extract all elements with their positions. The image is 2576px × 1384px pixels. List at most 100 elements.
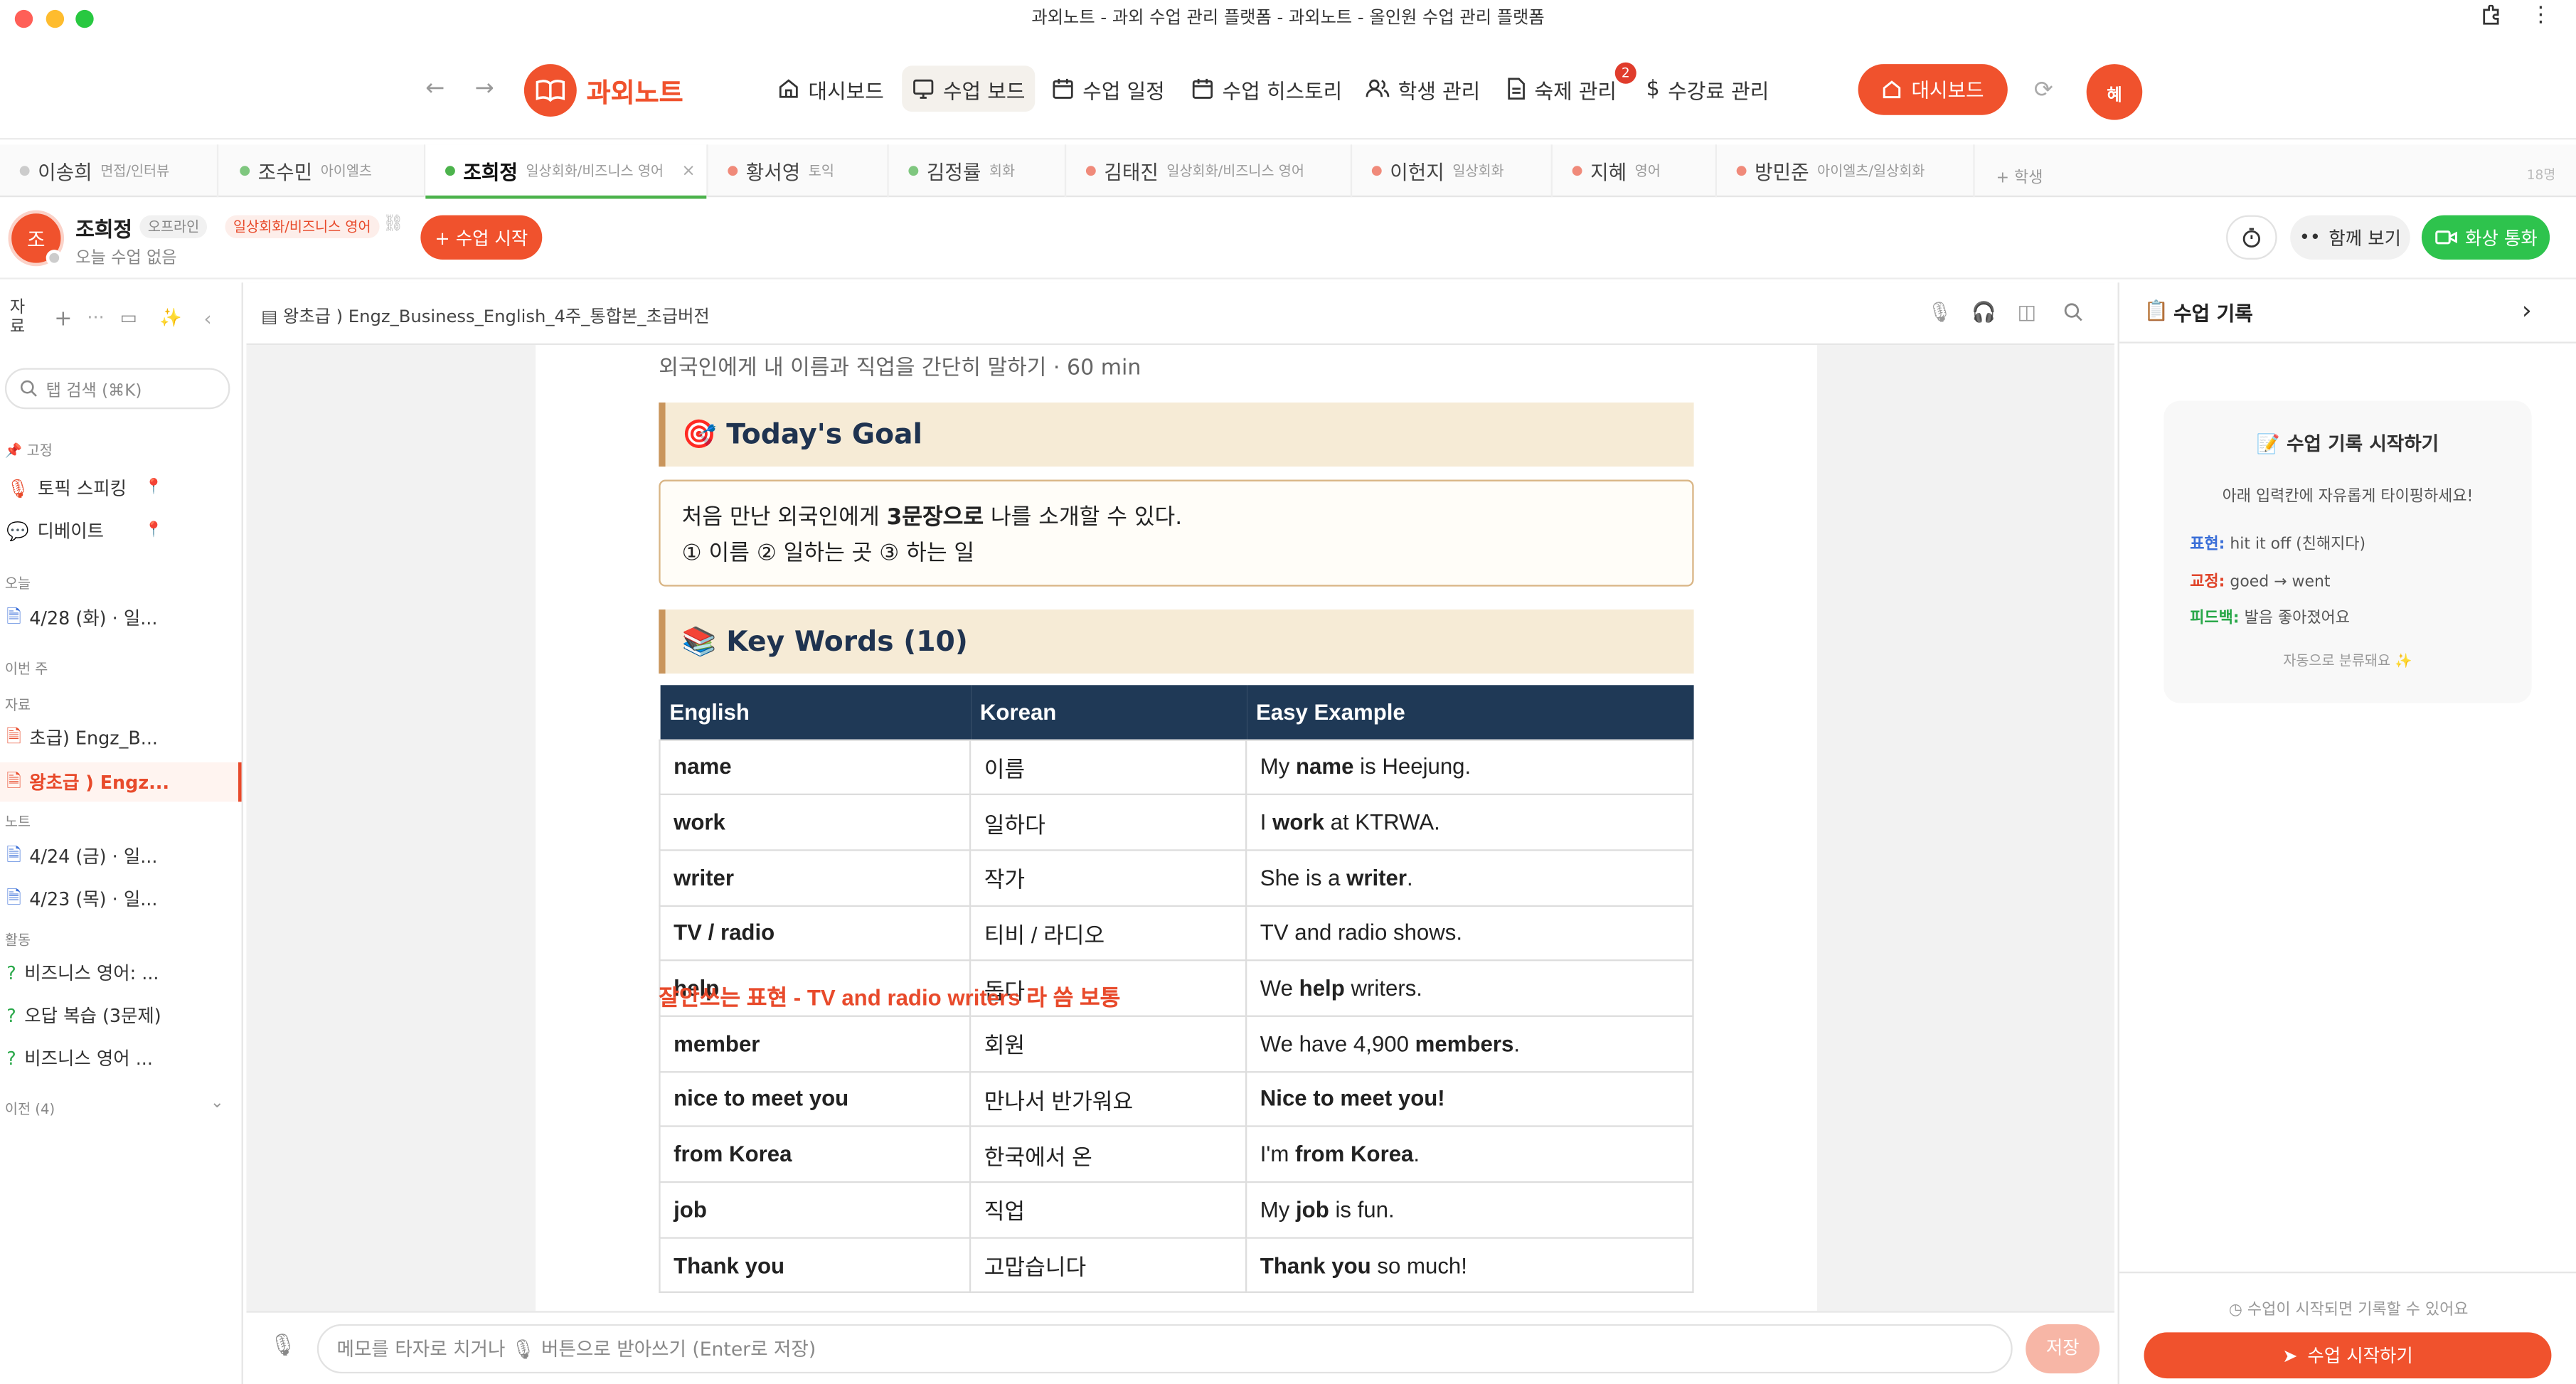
mic-icon[interactable]: 🎙	[1927, 301, 1952, 324]
add-student-button[interactable]: + 학생	[1996, 164, 2043, 187]
student-tab[interactable]: 김태진 일상회화/비즈니스 영어	[1066, 144, 1353, 198]
user-avatar[interactable]: 혜	[2086, 64, 2143, 120]
chat-icon: 💬	[6, 520, 29, 542]
memo-input[interactable]: 메모를 타자로 치거나 🎙 버튼으로 받아쓰기 (Enter로 저장)	[316, 1324, 2013, 1374]
cell-english: member	[659, 1015, 972, 1072]
sidebar-item-activity[interactable]: ? 오답 복습 (3문제)	[6, 999, 161, 1031]
student-tab[interactable]: 김정률 회화	[889, 144, 1067, 198]
app-header: ← → 과외노트 대시보드 수업 보드 수업 일정 수업 히스토리 학생 관리	[0, 36, 2576, 140]
more-icon[interactable]: ···	[87, 307, 104, 329]
section-pinned: 📌 고정	[4, 443, 53, 460]
nav-label: 수강료 관리	[1668, 78, 1769, 103]
quiz-icon: ?	[6, 962, 16, 984]
student-tab-active[interactable]: 조희정 일상회화/비즈니스 영어 ×	[425, 144, 708, 199]
nav-history[interactable]: 수업 히스토리	[1181, 65, 1352, 112]
split-view-icon[interactable]: ◫	[2018, 301, 2036, 324]
nav-label: 학생 관리	[1398, 78, 1481, 103]
close-tab-icon[interactable]: ×	[681, 162, 695, 180]
student-tab[interactable]: 이송희 면접/인터뷰	[0, 144, 219, 198]
dashboard-button[interactable]: 대시보드	[1858, 64, 2008, 115]
zoom-window-button[interactable]	[75, 9, 94, 28]
save-memo-button[interactable]: 저장	[2026, 1324, 2100, 1374]
cell-english: nice to meet you	[659, 1070, 972, 1128]
sidebar-item-material[interactable]: 🗎 초급) Engz_B...	[6, 721, 158, 754]
goal-heading: 🎯 Today's Goal	[659, 402, 1694, 467]
sidebar-item-note[interactable]: 🗎 4/24 (금) · 일...	[6, 839, 157, 872]
watch-together-button[interactable]: •• 함께 보기	[2290, 215, 2410, 260]
student-tab[interactable]: 조수민 아이엘츠	[220, 144, 426, 198]
cell-korean: 직업	[969, 1181, 1247, 1239]
cell-english: Thank you	[659, 1236, 972, 1294]
tab-search[interactable]: 탭 검색 (⌘K)	[4, 368, 230, 410]
home-icon	[1883, 80, 1902, 99]
student-tab[interactable]: 방민준 아이엘츠/일상회화	[1717, 144, 1975, 198]
monitor-icon	[913, 79, 934, 99]
video-call-button[interactable]: 화상 통화	[2421, 215, 2550, 260]
cell-korean: 만나서 반가워요	[969, 1070, 1247, 1128]
nav-schedule[interactable]: 수업 일정	[1042, 65, 1175, 112]
link-icon[interactable]: ⛓	[383, 215, 403, 233]
note-icon: 🗎	[6, 886, 21, 908]
eyes-icon: ••	[2299, 226, 2321, 248]
auto-classify-note: 자동으로 분류돼요 ✨	[2283, 654, 2412, 671]
pin-icon: 📌	[4, 443, 23, 460]
cell-example: We help writers.	[1245, 959, 1694, 1017]
start-lesson-button[interactable]: + 수업 시작	[420, 215, 543, 260]
add-icon[interactable]: +	[54, 307, 72, 332]
logo[interactable]: 과외노트	[523, 64, 683, 117]
chevron-down-icon[interactable]: ⌄	[211, 1094, 224, 1112]
mic-icon[interactable]: 🎙	[270, 1334, 297, 1359]
student-name: 조희정	[75, 216, 132, 242]
student-tab[interactable]: 황서영 토익	[708, 144, 889, 198]
send-icon: ➤	[2282, 1344, 2298, 1366]
cell-english: writer	[659, 848, 972, 907]
student-tab[interactable]: 이헌지 일상회화	[1352, 144, 1553, 198]
cell-example: I work at KTRWA.	[1245, 794, 1694, 851]
folder-icon[interactable]: ▭	[120, 307, 137, 329]
window-titlebar: 과외노트 - 과외 수업 관리 플랫폼 - 과외노트 - 올인원 수업 관리 플…	[0, 0, 2576, 36]
nav-homework[interactable]: 숙제 관리 2	[1496, 62, 1636, 112]
cell-korean: 회원	[969, 1015, 1247, 1072]
panel-header: 📋 수업 기록 ›	[2119, 282, 2576, 344]
close-window-button[interactable]	[14, 9, 33, 28]
nav-students[interactable]: 학생 관리	[1356, 65, 1490, 112]
panel-title: 수업 기록	[2173, 302, 2253, 326]
collapse-icon[interactable]: ‹	[203, 307, 211, 330]
search-input[interactable]: 탭 검색 (⌘K)	[46, 376, 142, 400]
search-icon[interactable]	[2063, 302, 2083, 327]
sidebar-item-activity[interactable]: ? 비즈니스 영어: ...	[6, 956, 159, 989]
cell-example: My job is fun.	[1245, 1181, 1694, 1239]
card-title: 📝 수업 기록 시작하기	[2256, 432, 2439, 455]
sidebar-item-note[interactable]: 🗎 4/23 (목) · 일...	[6, 882, 157, 915]
sparkle-icon[interactable]: ✨	[159, 307, 182, 329]
student-tab[interactable]: 지혜 영어	[1553, 144, 1717, 198]
headphones-icon[interactable]: 🎧	[1971, 301, 1996, 324]
sidebar-item-material-active[interactable]: 🗎 왕초급 ) Engz...	[0, 762, 242, 802]
nav-tuition[interactable]: $ 수강료 관리	[1636, 65, 1779, 112]
back-arrow-icon[interactable]: ←	[425, 75, 445, 102]
table-row: from Korea 한국에서 온 I'm from Korea.	[659, 1126, 1694, 1183]
refresh-icon[interactable]: ⟳	[2034, 78, 2053, 104]
sidebar-item-debate[interactable]: 💬 디베이트 📍	[6, 514, 163, 547]
forward-arrow-icon[interactable]: →	[475, 75, 494, 102]
dollar-icon: $	[1646, 76, 1660, 102]
nav-dashboard[interactable]: 대시보드	[767, 65, 894, 112]
cell-korean: 일하다	[969, 794, 1247, 851]
goal-box: 처음 만난 외국인에게 3문장으로 나를 소개할 수 있다. ① 이름 ② 일하…	[659, 479, 1694, 587]
sidebar-item-activity[interactable]: ? 비즈니스 영어 ...	[6, 1042, 153, 1075]
table-row: Thank you 고맙습니다 Thank you so much!	[659, 1236, 1694, 1294]
cell-english: TV / radio	[659, 904, 972, 962]
lesson-record-panel: 📋 수업 기록 › 📝 수업 기록 시작하기 아래 입력칸에 자유롭게 타이핑하…	[2117, 282, 2576, 1384]
dashboard-button-label: 대시보드	[1911, 78, 1984, 102]
nav-lesson-board[interactable]: 수업 보드	[902, 65, 1036, 112]
clipboard-icon: 📋	[2144, 299, 2169, 322]
more-menu-icon[interactable]: ⋮	[2530, 4, 2551, 28]
minimize-window-button[interactable]	[46, 9, 65, 28]
sidebar-item-topic-speaking[interactable]: 🎙 토픽 스피킹 📍	[6, 472, 163, 504]
document-toolbar: ▤ 왕초급 ) Engz_Business_English_4주_통합본_초급버…	[246, 282, 2114, 346]
timer-button[interactable]	[2226, 215, 2277, 260]
previous-toggle[interactable]: 이전 (4)	[5, 1099, 55, 1119]
sidebar-item-note[interactable]: 🗎 4/28 (화) · 일...	[6, 601, 157, 634]
start-record-button[interactable]: ➤ 수업 시작하기	[2144, 1332, 2552, 1379]
chevron-right-icon[interactable]: ›	[2522, 296, 2532, 326]
